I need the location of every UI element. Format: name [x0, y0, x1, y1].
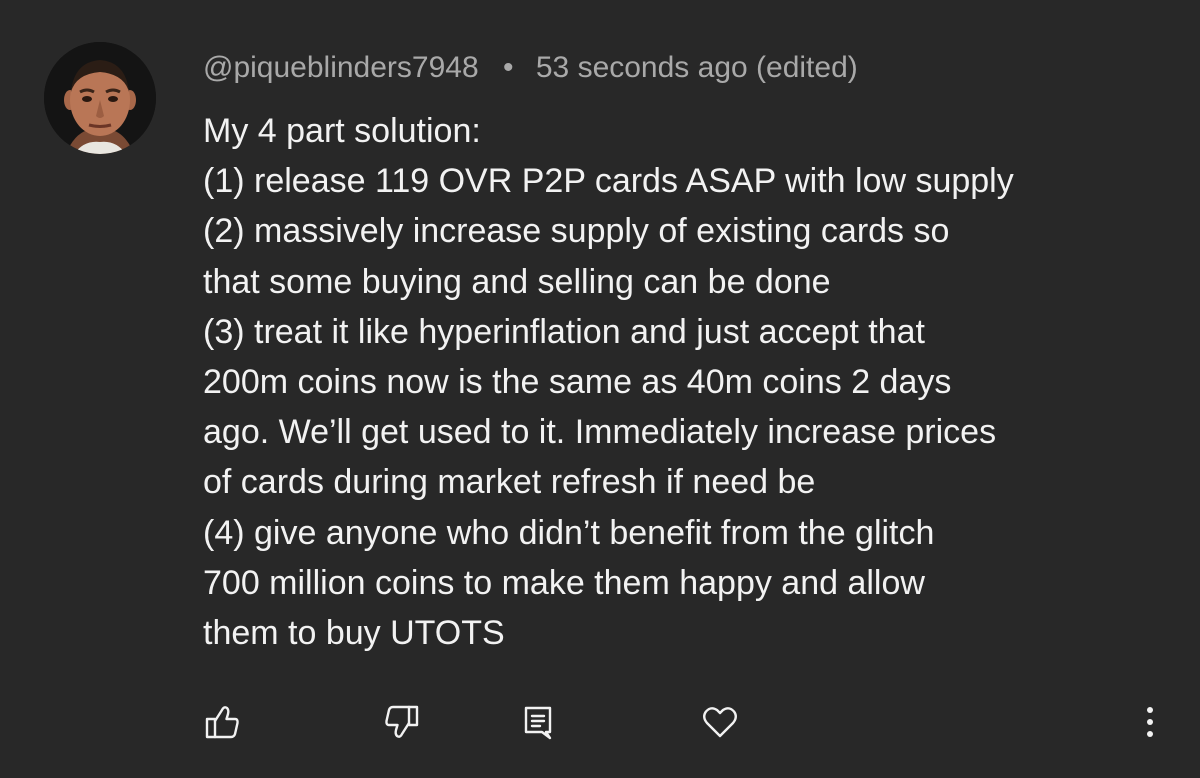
- dislike-button[interactable]: [380, 700, 424, 744]
- avatar[interactable]: [44, 42, 156, 154]
- separator-dot: •: [503, 51, 514, 84]
- comment-header: @piqueblinders7948 • 53 seconds ago (edi…: [203, 48, 858, 88]
- comment-actions: [0, 700, 1200, 744]
- like-button[interactable]: [200, 700, 244, 744]
- thumbs-up-icon: [205, 706, 239, 739]
- avatar-image: [44, 42, 156, 154]
- reply-button[interactable]: [516, 700, 560, 744]
- comment-line: 200m coins now is the same as 40m coins …: [203, 363, 952, 402]
- reply-icon: [524, 706, 552, 740]
- comment-card: @piqueblinders7948 • 53 seconds ago (edi…: [0, 0, 1200, 778]
- comment-line: (3) treat it like hyperinflation and jus…: [203, 312, 925, 351]
- comment-line: (4) give anyone who didn’t benefit from …: [203, 513, 935, 552]
- comment-line: My 4 part solution:: [203, 112, 481, 150]
- comment-line: that some buying and selling can be done: [203, 262, 831, 301]
- comment-line: (1) release 119 OVR P2P cards ASAP with …: [203, 162, 1014, 201]
- comment-body: My 4 part solution: (1) release 119 OVR …: [203, 106, 1183, 658]
- heart-button[interactable]: [698, 700, 742, 744]
- comment-line: ago. We’ll get used to it. Immediately i…: [203, 413, 997, 452]
- author-handle[interactable]: @piqueblinders7948: [203, 51, 479, 84]
- thumbs-down-icon: [385, 705, 419, 738]
- more-options-button[interactable]: [1128, 700, 1172, 744]
- more-vertical-icon: [1147, 707, 1153, 737]
- comment-line: 700 million coins to make them happy and…: [203, 563, 925, 602]
- comment-line: (2) massively increase supply of existin…: [203, 212, 950, 251]
- heart-icon: [703, 707, 737, 738]
- comment-line: of cards during market refresh if need b…: [203, 463, 816, 502]
- comment-line: them to buy UTOTS: [203, 614, 505, 653]
- timestamp: 53 seconds ago (edited): [535, 51, 858, 84]
